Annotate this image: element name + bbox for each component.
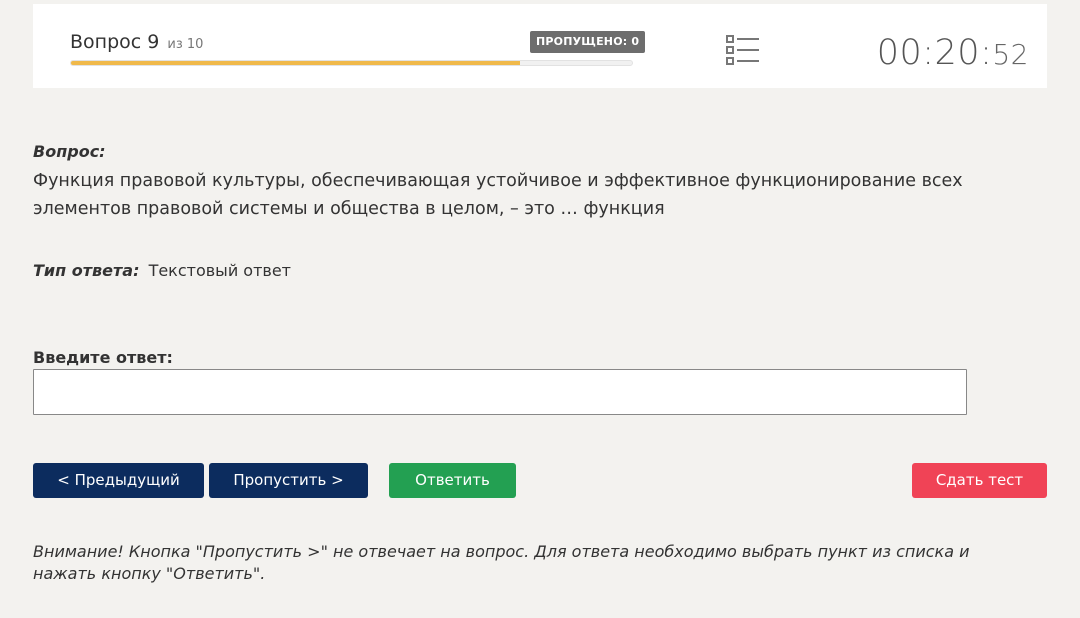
answer-type-label: Тип ответа: bbox=[33, 261, 140, 280]
answer-input[interactable] bbox=[33, 369, 967, 415]
answer-type: Тип ответа: Текстовый ответ bbox=[33, 261, 291, 280]
progress-fill bbox=[71, 61, 520, 65]
list-icon bbox=[726, 35, 759, 65]
quiz-header: Вопрос 9 из 10 ПРОПУЩЕНО: 0 00:20:52 bbox=[33, 4, 1047, 88]
progress-bar bbox=[70, 60, 633, 66]
previous-button[interactable]: < Предыдущий bbox=[33, 463, 204, 498]
answer-type-value: Текстовый ответ bbox=[148, 261, 291, 280]
question-counter: Вопрос 9 из 10 bbox=[70, 31, 203, 53]
timer-seconds: 52 bbox=[992, 38, 1029, 71]
answer-label: Введите ответ: bbox=[33, 348, 173, 367]
question-title: Вопрос: bbox=[33, 142, 106, 161]
question-number: Вопрос 9 bbox=[70, 31, 160, 53]
skip-button[interactable]: Пропустить > bbox=[209, 463, 368, 498]
timer-main: 00:20: bbox=[876, 33, 993, 73]
warning-text: Внимание! Кнопка "Пропустить >" не отвеч… bbox=[33, 542, 970, 583]
timer: 00:20:52 bbox=[877, 33, 1029, 73]
question-text: Функция правовой культуры, обеспечивающа… bbox=[33, 171, 963, 219]
submit-test-button[interactable]: Сдать тест bbox=[912, 463, 1047, 498]
answer-button[interactable]: Ответить bbox=[389, 463, 516, 498]
question-total: из 10 bbox=[167, 37, 204, 52]
question-list-button[interactable] bbox=[723, 33, 761, 67]
skipped-badge: ПРОПУЩЕНО: 0 bbox=[530, 31, 646, 53]
